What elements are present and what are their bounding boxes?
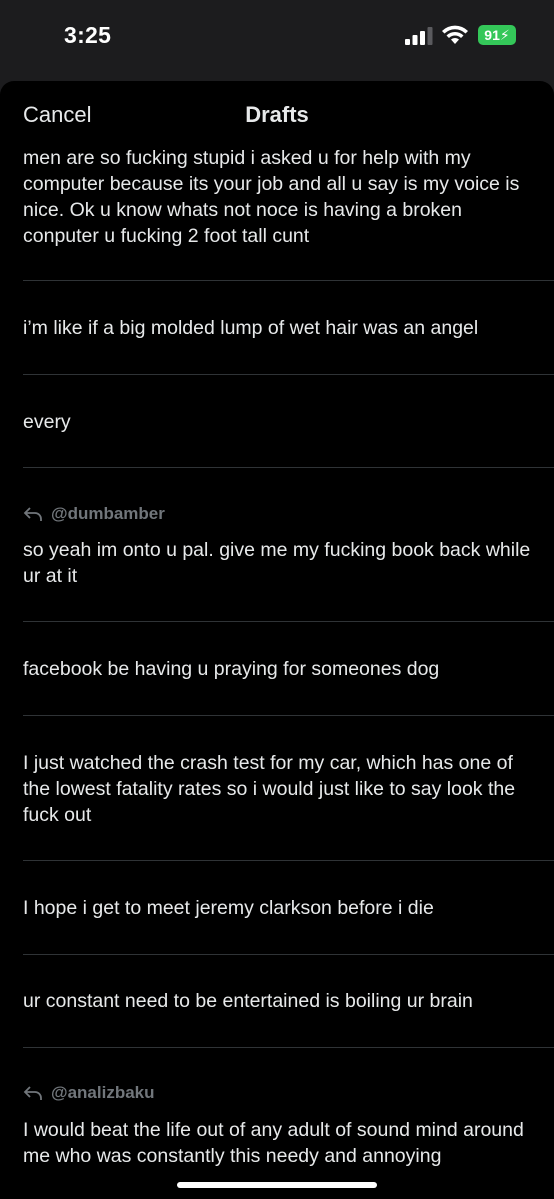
reply-context: @analizbaku <box>23 1082 155 1104</box>
charging-bolt-icon: ⚡ <box>499 27 510 43</box>
draft-item[interactable]: ur constant need to be entertained is bo… <box>23 988 531 1014</box>
divider <box>23 467 554 468</box>
draft-item[interactable]: facebook be having u praying for someone… <box>23 656 531 682</box>
divider <box>23 1047 554 1048</box>
wifi-icon <box>442 25 468 44</box>
status-time: 3:25 <box>64 22 112 48</box>
reply-context: @dumbamber <box>23 503 165 525</box>
status-bar: 3:25 91⚡ <box>0 0 554 80</box>
page-title: Drafts <box>245 102 309 127</box>
cellular-signal-icon <box>405 27 433 45</box>
home-indicator[interactable] <box>177 1182 377 1188</box>
draft-item[interactable]: I just watched the crash test for my car… <box>23 750 531 828</box>
draft-item[interactable]: i’m like if a big molded lump of wet hai… <box>23 315 531 341</box>
divider <box>23 860 554 861</box>
divider <box>23 280 554 281</box>
reply-arrow-icon <box>23 507 42 521</box>
draft-item[interactable]: every <box>23 409 531 435</box>
divider <box>23 715 554 716</box>
battery-indicator: 91⚡ <box>478 25 516 45</box>
divider <box>23 954 554 955</box>
draft-item[interactable]: so yeah im onto u pal. give me my fuckin… <box>23 537 531 589</box>
battery-level: 91 <box>484 27 500 43</box>
reply-arrow-icon <box>23 1086 42 1100</box>
draft-item[interactable]: I would beat the life out of any adult o… <box>23 1117 531 1169</box>
draft-item[interactable]: men are so fucking stupid i asked u for … <box>23 145 531 249</box>
draft-item[interactable]: I hope i get to meet jeremy clarkson bef… <box>23 895 531 921</box>
nav-bar: Cancel Drafts <box>0 81 554 143</box>
drafts-sheet: Cancel Drafts men are so fucking stupid … <box>0 81 554 1199</box>
divider <box>23 374 554 375</box>
divider <box>23 621 554 622</box>
reply-handle: @analizbaku <box>51 1083 155 1102</box>
reply-handle: @dumbamber <box>51 504 165 523</box>
